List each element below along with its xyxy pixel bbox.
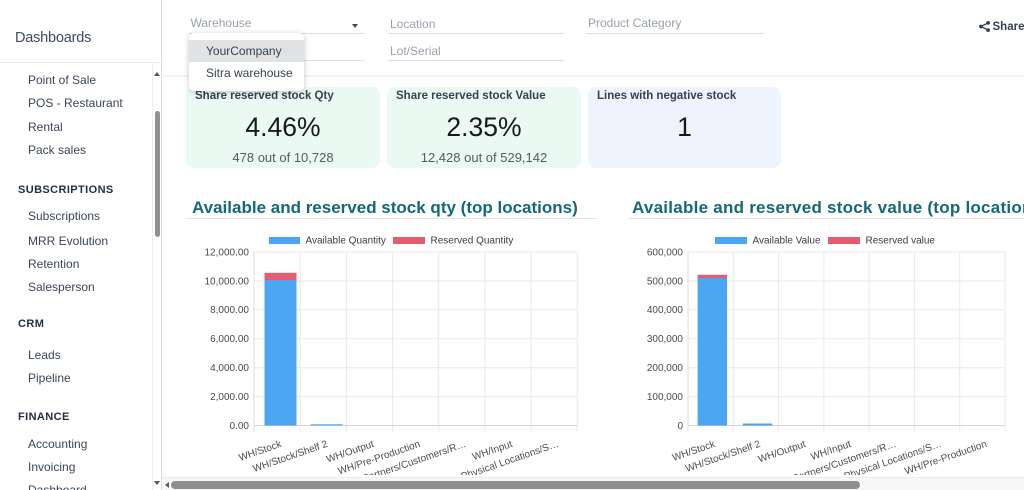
svg-text:Available and reserved stock q: Available and reserved stock qty (top lo… — [192, 198, 578, 217]
svg-text:400,000: 400,000 — [647, 305, 684, 316]
svg-text:Available and reserved stock v: Available and reserved stock value (top … — [632, 198, 1024, 217]
svg-text:Reserved Quantity: Reserved Quantity — [431, 236, 514, 247]
svg-text:300,000: 300,000 — [647, 334, 684, 345]
svg-text:0.00: 0.00 — [230, 421, 250, 432]
svg-text:Available Value: Available Value — [753, 236, 821, 247]
svg-text:12,000.00: 12,000.00 — [205, 247, 250, 258]
svg-text:4,000.00: 4,000.00 — [210, 363, 249, 374]
svg-text:100,000: 100,000 — [647, 392, 684, 403]
svg-text:WH/Output: WH/Output — [757, 439, 808, 466]
svg-text:2,000.00: 2,000.00 — [210, 392, 249, 403]
svg-text:Available Quantity: Available Quantity — [306, 236, 386, 247]
svg-text:500,000: 500,000 — [647, 276, 684, 287]
svg-text:6,000.00: 6,000.00 — [210, 334, 249, 345]
svg-text:200,000: 200,000 — [647, 363, 684, 374]
svg-text:10,000.00: 10,000.00 — [205, 276, 250, 287]
svg-text:600,000: 600,000 — [647, 247, 684, 258]
svg-text:Reserved value: Reserved value — [866, 236, 936, 247]
svg-text:0: 0 — [677, 421, 683, 432]
svg-text:8,000.00: 8,000.00 — [210, 305, 249, 316]
